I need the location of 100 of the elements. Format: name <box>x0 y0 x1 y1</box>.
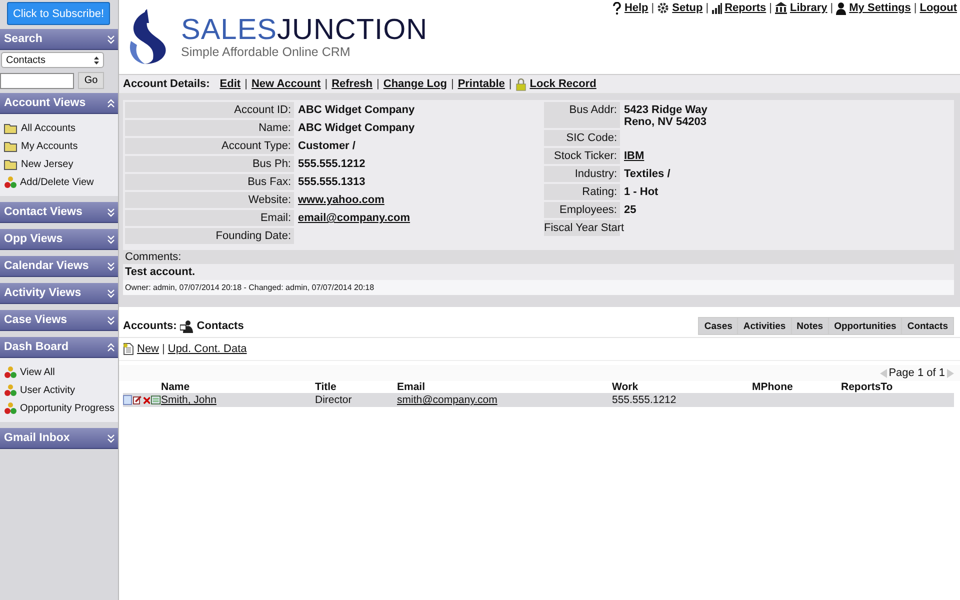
help-icon <box>613 2 622 14</box>
action-link[interactable]: New <box>137 343 160 355</box>
search-select[interactable]: Contacts <box>1 52 104 68</box>
nav-link[interactable]: Library <box>790 2 828 14</box>
collapse-icon[interactable] <box>107 98 115 108</box>
sidebar-item[interactable]: User Activity <box>4 382 118 398</box>
folder-icon <box>4 158 18 170</box>
field-label: Stock Ticker: <box>544 148 620 164</box>
bar-chart-icon <box>712 2 722 14</box>
toolbar-link[interactable]: Lock Record <box>530 78 596 90</box>
comments-label: Comments: <box>123 250 954 264</box>
expand-icon[interactable] <box>107 234 115 244</box>
section-header[interactable]: Calendar Views <box>0 256 118 277</box>
comments-text: Test account. <box>124 265 196 280</box>
separator: | <box>324 78 328 90</box>
field-value: 25 <box>623 203 638 218</box>
toolbar-link[interactable]: Edit <box>220 78 241 90</box>
section-header[interactable]: Contact Views <box>0 202 118 223</box>
section-prefix: Accounts: <box>123 320 177 332</box>
sidebar-item[interactable]: My Accounts <box>4 138 118 154</box>
expand-icon[interactable] <box>107 288 115 298</box>
name-link[interactable]: Smith, John <box>161 394 216 406</box>
gear-icon <box>657 2 670 14</box>
section-header[interactable]: Gmail Inbox <box>0 428 118 449</box>
field-value: ABC Widget Company <box>297 121 416 136</box>
separator: | <box>450 78 454 90</box>
nav-link[interactable]: Help <box>624 2 648 14</box>
field-label: Founding Date: <box>125 228 294 244</box>
nav-link[interactable]: Reports <box>724 2 766 14</box>
section-header[interactable]: Search <box>0 29 118 50</box>
separator: | <box>830 2 834 14</box>
updown-icon <box>94 56 99 64</box>
contacts-icon <box>180 320 194 332</box>
go-button[interactable]: Go <box>78 72 104 89</box>
folder-icon <box>4 140 18 152</box>
sidebar-item[interactable]: Add/Delete View <box>4 174 118 190</box>
field-value: ABC Widget Company <box>297 103 416 118</box>
nav-link[interactable]: My Settings <box>849 2 911 14</box>
separator: | <box>244 78 248 90</box>
field-label: Rating: <box>544 184 620 200</box>
table-cell-text: 555.555.1212 <box>612 394 678 406</box>
column-header: Work <box>612 381 640 393</box>
row-checkbox[interactable] <box>123 395 132 405</box>
tab[interactable]: Activities <box>738 318 791 334</box>
field-label: Website: <box>125 192 294 208</box>
tagline: Simple Affordable Online CRM <box>181 45 352 59</box>
field-label: Email: <box>125 210 294 226</box>
section-header[interactable]: Case Views <box>0 310 118 331</box>
audit-text: Owner: admin, 07/07/2014 20:18 - Changed: admin, 07/07/2014 20:18 <box>123 280 954 295</box>
expand-icon[interactable] <box>107 262 115 270</box>
field-label: SIC Code: <box>544 130 620 146</box>
expand-icon[interactable] <box>107 34 115 44</box>
tab[interactable]: Opportunities <box>829 318 902 334</box>
field-label: Bus Addr: <box>544 102 620 128</box>
delete-icon[interactable] <box>142 396 150 404</box>
section-header[interactable]: Dash Board <box>0 337 118 358</box>
field-link[interactable]: email@company.com <box>294 210 414 226</box>
nav-link[interactable]: Setup <box>672 2 703 14</box>
tab[interactable]: Contacts <box>902 318 953 334</box>
page-indicator: Page 1 of 1 <box>888 367 945 379</box>
sidebar-item[interactable]: All Accounts <box>4 120 118 136</box>
folder-icon <box>4 122 18 134</box>
sidebar-item[interactable]: Opportunity Progress <box>4 400 118 416</box>
sidebar-item[interactable]: New Jersey <box>4 156 118 172</box>
expand-icon[interactable] <box>107 316 115 324</box>
tab[interactable]: Notes <box>792 318 828 334</box>
section-header[interactable]: Account Views <box>0 93 118 114</box>
toolbar-link[interactable]: Refresh <box>332 78 373 90</box>
toolbar-link[interactable]: New Account <box>251 78 321 90</box>
tab[interactable]: Cases <box>699 318 738 334</box>
building-icon <box>774 2 787 14</box>
brand-name: SALESJUNCTION <box>181 15 428 45</box>
column-header: Title <box>315 381 338 393</box>
edit-icon[interactable] <box>132 395 142 405</box>
field-link[interactable]: IBM <box>620 148 648 164</box>
search-field[interactable] <box>0 72 74 88</box>
action-link[interactable]: Upd. Cont. Data <box>168 343 247 355</box>
toolbar-link[interactable]: Change Log <box>383 78 447 90</box>
sidebar-item[interactable]: View All <box>4 364 118 380</box>
nav-link[interactable]: Logout <box>920 2 957 14</box>
people-icon <box>4 366 17 378</box>
expand-icon[interactable] <box>107 208 115 216</box>
section-header[interactable]: Opp Views <box>0 229 118 250</box>
separator: | <box>651 2 654 14</box>
field-label: Account ID: <box>125 102 294 118</box>
document-icon <box>123 343 134 355</box>
field-label: Bus Fax: <box>125 174 294 190</box>
email-link[interactable]: smith@company.com <box>397 394 498 406</box>
field-label: Bus Ph: <box>125 156 294 172</box>
table-cell-text: Director <box>315 394 353 406</box>
section-header[interactable]: Activity Views <box>0 283 118 304</box>
field-label: Industry: <box>544 166 620 182</box>
field-value: 555.555.1212 <box>297 157 366 172</box>
card-icon[interactable] <box>151 395 161 405</box>
field-link[interactable]: www.yahoo.com <box>294 192 388 208</box>
expand-icon[interactable] <box>107 434 115 442</box>
field-value: 5423 Ridge Way Reno, NV 54203 <box>623 103 708 128</box>
column-header: Name <box>161 381 191 393</box>
collapse-icon[interactable] <box>107 342 115 352</box>
toolbar-link[interactable]: Printable <box>458 78 505 90</box>
